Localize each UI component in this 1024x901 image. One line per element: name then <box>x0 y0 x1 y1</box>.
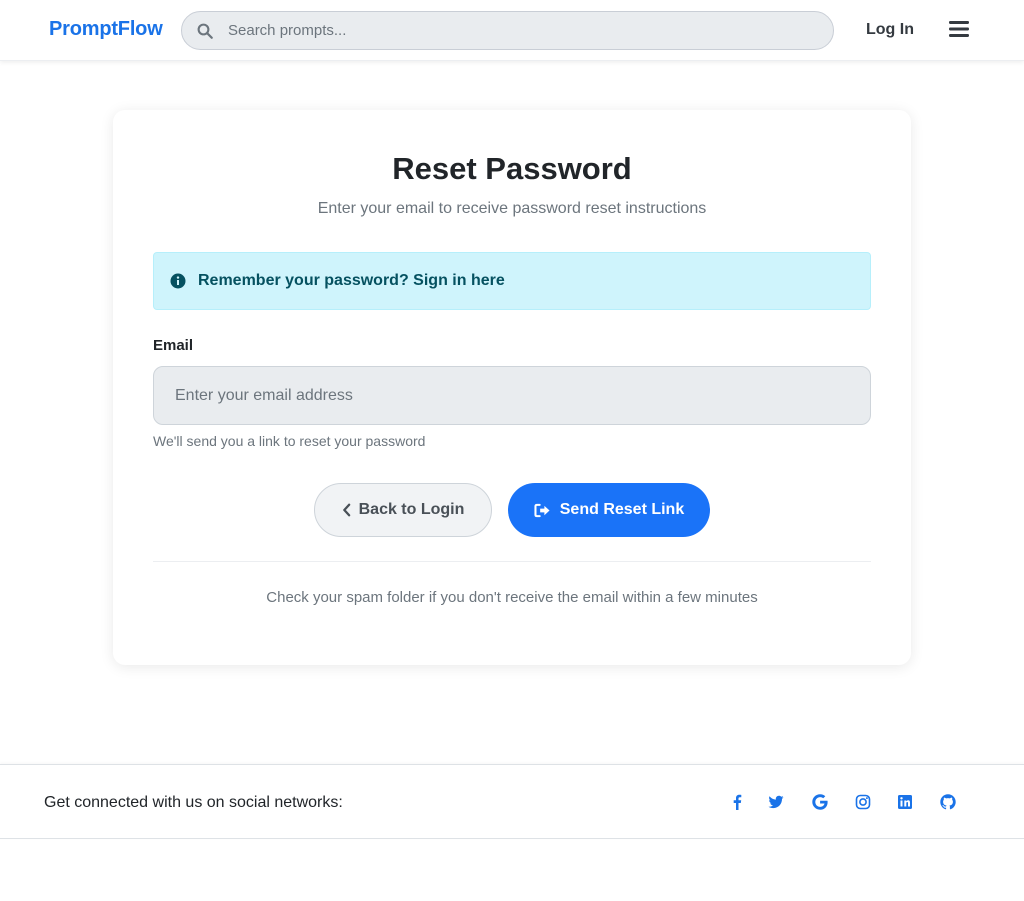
twitter-icon[interactable] <box>768 794 784 810</box>
login-link[interactable]: Log In <box>866 21 914 39</box>
facebook-icon[interactable] <box>729 794 745 810</box>
email-input[interactable] <box>175 367 855 424</box>
instagram-icon[interactable] <box>855 794 871 810</box>
signin-link[interactable]: Remember your password? Sign in here <box>198 272 505 290</box>
search-bar[interactable] <box>181 11 834 50</box>
back-to-login-label: Back to Login <box>358 501 465 518</box>
footer: Get connected with us on social networks… <box>0 764 1024 839</box>
info-circle-icon <box>170 273 186 289</box>
search-input[interactable] <box>228 12 818 49</box>
hamburger-menu-icon[interactable] <box>949 20 969 38</box>
page-subtitle: Enter your email to receive password res… <box>317 200 707 217</box>
navbar: PromptFlow Log In <box>0 0 1024 61</box>
brand-logo[interactable]: PromptFlow <box>49 18 163 41</box>
email-help-text: We'll send you a link to reset your pass… <box>153 433 426 449</box>
signin-alert: Remember your password? Sign in here <box>153 252 871 310</box>
page-title: Reset Password <box>392 151 632 186</box>
email-field[interactable] <box>153 366 871 425</box>
back-to-login-button[interactable]: Back to Login <box>314 483 492 537</box>
send-reset-link-button[interactable]: Send Reset Link <box>508 483 710 537</box>
chevron-left-icon <box>342 503 351 517</box>
linkedin-icon[interactable] <box>897 794 913 810</box>
google-icon[interactable] <box>812 794 828 810</box>
search-icon <box>196 22 214 40</box>
sign-out-icon <box>534 503 551 518</box>
spam-folder-note: Check your spam folder if you don't rece… <box>266 589 758 606</box>
card-divider <box>153 561 871 562</box>
github-icon[interactable] <box>940 794 956 810</box>
send-reset-link-label: Send Reset Link <box>559 501 685 518</box>
email-label: Email <box>153 337 194 354</box>
footer-text: Get connected with us on social networks… <box>44 794 343 811</box>
